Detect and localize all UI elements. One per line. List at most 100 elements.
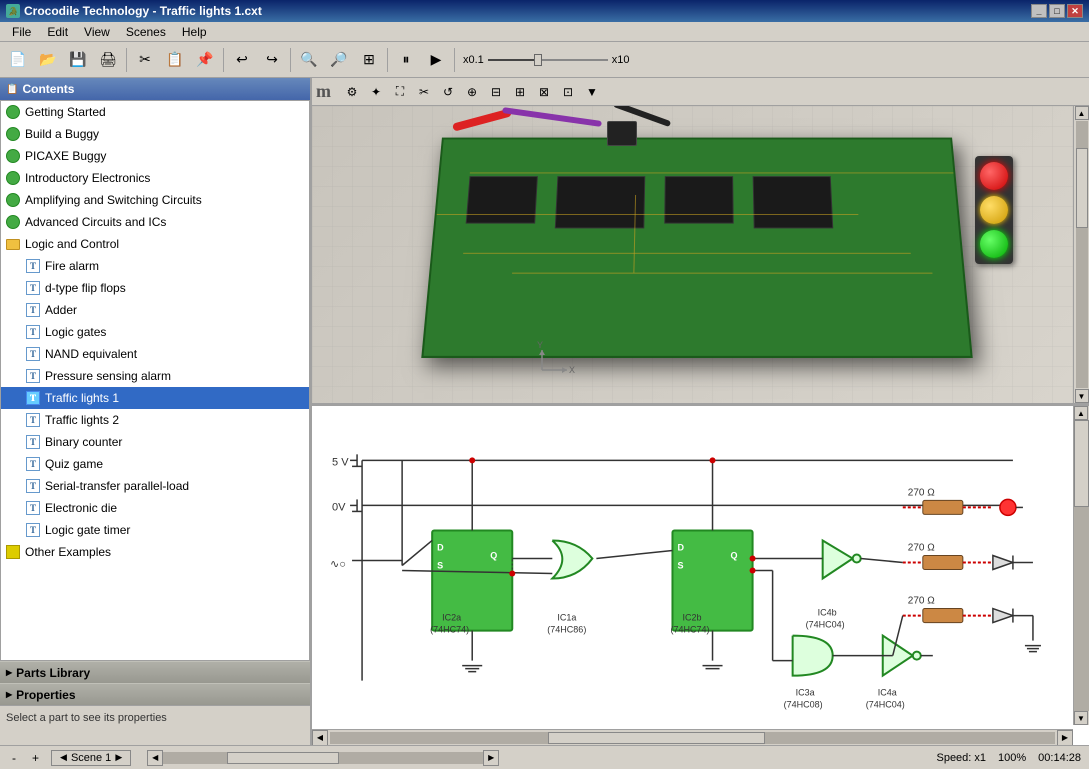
- tree-item-dtype[interactable]: T d-type flip flops: [1, 277, 309, 299]
- pause-button[interactable]: ⏸: [392, 46, 420, 74]
- advanced-label: Advanced Circuits and ICs: [25, 215, 166, 229]
- svg-text:∿○: ∿○: [330, 559, 346, 571]
- schematic-hscroll[interactable]: ◀ ▶: [312, 729, 1073, 745]
- right-panel: m ⚙ ✦ ⛶ ✂ ↺ ⊕ ⊟ ⊞ ⊠ ⊡ ▼: [312, 78, 1089, 745]
- scene-tab-1[interactable]: ◀ Scene 1 ▶: [51, 750, 131, 766]
- tree-item-amplifying[interactable]: Amplifying and Switching Circuits: [1, 189, 309, 211]
- close-button[interactable]: ✕: [1067, 4, 1083, 18]
- view-btn-7[interactable]: ⊟: [485, 81, 507, 103]
- scroll-down-btn[interactable]: ▼: [1075, 389, 1089, 403]
- tree-item-logic-gates[interactable]: T Logic gates: [1, 321, 309, 343]
- scroll-thumb[interactable]: [1076, 148, 1088, 228]
- tree-item-traffic-lights-2[interactable]: T Traffic lights 2: [1, 409, 309, 431]
- tree-item-pressure[interactable]: T Pressure sensing alarm: [1, 365, 309, 387]
- tree-item-advanced[interactable]: Advanced Circuits and ICs: [1, 211, 309, 233]
- speed-slider-container[interactable]: [488, 52, 608, 68]
- schematic-scroll-down[interactable]: ▼: [1074, 711, 1088, 725]
- tree-item-binary-counter[interactable]: T Binary counter: [1, 431, 309, 453]
- scroll-up-btn[interactable]: ▲: [1075, 106, 1089, 120]
- bottom-scroll-right[interactable]: ▶: [483, 750, 499, 766]
- play-button[interactable]: ▶: [422, 46, 450, 74]
- hscroll-thumb[interactable]: [548, 732, 766, 744]
- svg-text:X: X: [569, 365, 575, 375]
- properties-section[interactable]: ▶ Properties: [0, 683, 310, 705]
- parts-arrow: ▶: [6, 668, 12, 677]
- zoom-out-button[interactable]: 🔎: [325, 46, 353, 74]
- tree-item-adder[interactable]: T Adder: [1, 299, 309, 321]
- schematic-vscroll[interactable]: ▲ ▼: [1073, 406, 1089, 725]
- paste-button[interactable]: 📌: [191, 46, 219, 74]
- tree-item-lgtimer[interactable]: T Logic gate timer: [1, 519, 309, 541]
- tree-item-logic-control[interactable]: Logic and Control: [1, 233, 309, 255]
- open-button[interactable]: 📂: [34, 46, 62, 74]
- view-btn-5[interactable]: ↺: [437, 81, 459, 103]
- view-btn-6[interactable]: ⊕: [461, 81, 483, 103]
- pcb-trace-1: [470, 172, 954, 173]
- menu-edit[interactable]: Edit: [39, 23, 76, 41]
- adder-label: Adder: [45, 303, 77, 317]
- cut-button[interactable]: ✂: [131, 46, 159, 74]
- view-btn-3[interactable]: ⛶: [389, 81, 411, 103]
- tree-item-quiz[interactable]: T Quiz game: [1, 453, 309, 475]
- save-button[interactable]: 💾: [64, 46, 92, 74]
- bottom-thumb[interactable]: [227, 752, 339, 764]
- schematic-vthumb[interactable]: [1074, 420, 1089, 507]
- hscroll-right[interactable]: ▶: [1057, 730, 1073, 746]
- tree-item-picaxe[interactable]: PICAXE Buggy: [1, 145, 309, 167]
- advanced-icon: [5, 214, 21, 230]
- svg-text:S: S: [677, 561, 683, 571]
- menu-file[interactable]: File: [4, 23, 39, 41]
- menu-view[interactable]: View: [76, 23, 118, 41]
- traffic-1-label: Traffic lights 1: [45, 391, 119, 405]
- schematic-scroll-up[interactable]: ▲: [1074, 406, 1088, 420]
- redo-button[interactable]: ↪: [258, 46, 286, 74]
- view-btn-1[interactable]: ⚙: [341, 81, 363, 103]
- scene-nav-right[interactable]: ▶: [115, 752, 122, 763]
- tree-item-getting-started[interactable]: Getting Started: [1, 101, 309, 123]
- copy-button[interactable]: 📋: [161, 46, 189, 74]
- view-btn-2[interactable]: ✦: [365, 81, 387, 103]
- 3d-scrollbar[interactable]: ▲ ▼: [1073, 106, 1089, 403]
- tree-item-nand[interactable]: T NAND equivalent: [1, 343, 309, 365]
- scene-plus[interactable]: +: [28, 751, 43, 765]
- zoom-in-button[interactable]: 🔍: [295, 46, 323, 74]
- tree-item-serial[interactable]: T Serial-transfer parallel-load: [1, 475, 309, 497]
- view-btn-8[interactable]: ⊞: [509, 81, 531, 103]
- window-controls[interactable]: _ □ ✕: [1031, 4, 1083, 18]
- view-dropdown[interactable]: ▼: [581, 81, 603, 103]
- edie-label: Electronic die: [45, 501, 117, 515]
- circuit-3d-canvas: Y X: [312, 106, 1073, 403]
- pcb-trace-4: [512, 273, 932, 274]
- svg-text:Y: Y: [537, 340, 543, 350]
- maximize-button[interactable]: □: [1049, 4, 1065, 18]
- tree-item-build-buggy[interactable]: Build a Buggy: [1, 123, 309, 145]
- traffic-light-green: [980, 230, 1008, 258]
- traffic-light-red: [980, 162, 1008, 190]
- svg-text:D: D: [677, 542, 684, 552]
- new-button[interactable]: 📄: [4, 46, 32, 74]
- view-btn-4[interactable]: ✂: [413, 81, 435, 103]
- tree-item-intro[interactable]: Introductory Electronics: [1, 167, 309, 189]
- pcb-ic-1: [466, 176, 538, 223]
- minimize-button[interactable]: _: [1031, 4, 1047, 18]
- scene-nav-left[interactable]: ◀: [60, 752, 67, 763]
- menu-help[interactable]: Help: [174, 23, 215, 41]
- scene-minus[interactable]: -: [8, 751, 20, 765]
- contents-tree[interactable]: Getting Started Build a Buggy PICAXE Bug…: [0, 100, 310, 661]
- tree-item-other[interactable]: Other Examples: [1, 541, 309, 563]
- zoom-fit-button[interactable]: ⊞: [355, 46, 383, 74]
- undo-button[interactable]: ↩: [228, 46, 256, 74]
- view-btn-9[interactable]: ⊠: [533, 81, 555, 103]
- tree-item-fire-alarm[interactable]: T Fire alarm: [1, 255, 309, 277]
- menu-scenes[interactable]: Scenes: [118, 23, 174, 41]
- bottom-scroll-left[interactable]: ◀: [147, 750, 163, 766]
- print-button[interactable]: 🖨: [94, 46, 122, 74]
- tree-item-edie[interactable]: T Electronic die: [1, 497, 309, 519]
- hscroll-left[interactable]: ◀: [312, 730, 328, 746]
- pcb-trace-3: [463, 253, 911, 254]
- schematic-svg: 5 V 0V ∿○: [312, 406, 1073, 725]
- view-btn-10[interactable]: ⊡: [557, 81, 579, 103]
- tree-item-traffic-lights-1[interactable]: T Traffic lights 1: [1, 387, 309, 409]
- parts-library-section[interactable]: ▶ Parts Library: [0, 661, 310, 683]
- speed-thumb[interactable]: [534, 54, 542, 66]
